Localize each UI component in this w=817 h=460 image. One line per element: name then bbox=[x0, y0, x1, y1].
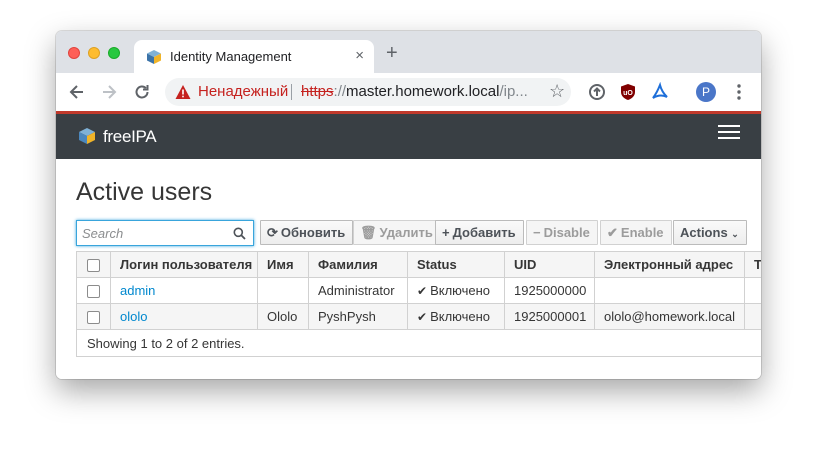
pagination-info: Showing 1 to 2 of 2 entries. bbox=[76, 329, 761, 357]
refresh-label: Обновить bbox=[280, 225, 346, 240]
status-text: Включено bbox=[430, 309, 491, 324]
new-tab-button[interactable]: + bbox=[386, 43, 398, 63]
address-bar[interactable]: Ненадежный https://master.homework.local… bbox=[165, 78, 571, 106]
minimize-window-button[interactable] bbox=[88, 47, 100, 59]
status-cell: ✔ Включено bbox=[407, 277, 505, 304]
table-header-row: Логин пользователя Имя Фамилия Status UI… bbox=[76, 251, 761, 278]
row-select-cell bbox=[76, 303, 111, 330]
email-cell bbox=[594, 277, 745, 304]
browser-window: Identity Management × + Ненадежный https… bbox=[56, 31, 761, 379]
refresh-button[interactable]: ⟳ Обновить bbox=[260, 220, 354, 245]
enable-label: Enable bbox=[620, 225, 664, 240]
users-table: Логин пользователя Имя Фамилия Status UI… bbox=[76, 251, 761, 357]
url-host: master.homework.local bbox=[346, 83, 500, 100]
extension-circle-icon[interactable] bbox=[587, 82, 607, 102]
disable-button[interactable]: − Disable bbox=[526, 220, 598, 245]
delete-button[interactable]: 🗑︎ Удалить bbox=[353, 220, 441, 245]
check-icon: ✔ bbox=[417, 284, 428, 298]
table-row: admin Administrator ✔ Включено 1925000000 bbox=[76, 277, 761, 304]
tab-strip: Identity Management × + bbox=[56, 31, 761, 73]
column-header-status[interactable]: Status bbox=[407, 251, 505, 278]
masthead: freeIPA bbox=[56, 114, 761, 159]
user-login-link[interactable]: ololo bbox=[120, 309, 147, 324]
enable-button[interactable]: ✔ Enable bbox=[600, 220, 672, 245]
svg-text:uO: uO bbox=[623, 90, 633, 97]
delete-label: Удалить bbox=[379, 225, 433, 240]
bookmark-star-icon[interactable]: ☆ bbox=[549, 81, 565, 102]
column-header-login[interactable]: Логин пользователя bbox=[110, 251, 258, 278]
check-icon: ✔ bbox=[417, 310, 428, 324]
page-title: Active users bbox=[76, 178, 213, 206]
freeipa-logo-icon bbox=[79, 128, 95, 144]
search-icon[interactable] bbox=[233, 227, 246, 240]
chevron-down-icon: ⌄ bbox=[731, 229, 739, 239]
logo-text[interactable]: freeIPA bbox=[103, 127, 157, 147]
back-arrow-icon[interactable] bbox=[67, 82, 87, 102]
uid-cell: 1925000000 bbox=[504, 277, 595, 304]
select-all-cell bbox=[76, 251, 111, 278]
url-separator: :// bbox=[333, 83, 347, 100]
email-cell: ololo@homework.local bbox=[594, 303, 745, 330]
row-checkbox[interactable] bbox=[87, 311, 100, 325]
last-name-cell: Administrator bbox=[308, 277, 408, 304]
uid-cell: 1925000001 bbox=[504, 303, 595, 330]
extra-cell bbox=[744, 277, 761, 304]
ublock-shield-icon[interactable]: uO bbox=[618, 82, 638, 102]
extra-cell bbox=[744, 303, 761, 330]
login-cell: admin bbox=[110, 277, 258, 304]
table-footer-row: Showing 1 to 2 of 2 entries. bbox=[76, 329, 761, 357]
first-name-cell bbox=[257, 277, 309, 304]
browser-tab[interactable]: Identity Management × bbox=[134, 40, 374, 73]
freeipa-favicon-icon bbox=[147, 50, 161, 64]
status-text: Включено bbox=[430, 283, 491, 298]
hamburger-menu-icon[interactable] bbox=[718, 125, 740, 141]
check-icon: ✔ bbox=[607, 225, 618, 240]
login-cell: ololo bbox=[110, 303, 258, 330]
disable-label: Disable bbox=[543, 225, 590, 240]
column-header-email[interactable]: Электронный адрес bbox=[594, 251, 745, 278]
browser-toolbar: Ненадежный https://master.homework.local… bbox=[56, 73, 761, 112]
url-path: /ip... bbox=[499, 83, 528, 100]
forward-arrow-icon[interactable] bbox=[99, 82, 119, 102]
insecure-label[interactable]: Ненадежный bbox=[198, 83, 288, 100]
status-cell: ✔ Включено bbox=[407, 303, 505, 330]
add-button[interactable]: + Добавить bbox=[435, 220, 524, 245]
url-text[interactable]: https://master.homework.local/ip... bbox=[301, 83, 528, 100]
user-login-link[interactable]: admin bbox=[120, 283, 155, 298]
minus-icon: − bbox=[533, 225, 541, 240]
profile-avatar[interactable]: P bbox=[696, 82, 716, 102]
reload-icon[interactable] bbox=[132, 82, 152, 102]
column-header-first-name[interactable]: Имя bbox=[257, 251, 309, 278]
column-header-last-name[interactable]: Фамилия bbox=[308, 251, 408, 278]
tab-title: Identity Management bbox=[170, 49, 292, 64]
trash-icon: 🗑︎ bbox=[360, 225, 377, 240]
select-all-checkbox[interactable] bbox=[87, 259, 100, 273]
warning-icon[interactable] bbox=[175, 84, 191, 100]
search-input[interactable] bbox=[82, 224, 227, 242]
url-scheme: https bbox=[301, 83, 334, 100]
add-label: Добавить bbox=[452, 225, 516, 240]
last-name-cell: PyshPysh bbox=[308, 303, 408, 330]
browser-menu-icon[interactable] bbox=[731, 82, 747, 102]
column-header-uid[interactable]: UID bbox=[504, 251, 595, 278]
search-box[interactable] bbox=[76, 220, 254, 246]
address-divider bbox=[291, 84, 292, 100]
table-row: ololo Ololo PyshPysh ✔ Включено 192500000… bbox=[76, 303, 761, 330]
row-checkbox[interactable] bbox=[87, 285, 100, 299]
acrobat-extension-icon[interactable] bbox=[650, 82, 670, 102]
actions-dropdown[interactable]: Actions ⌄ bbox=[673, 220, 747, 245]
actions-label: Actions bbox=[680, 225, 728, 240]
close-window-button[interactable] bbox=[68, 47, 80, 59]
first-name-cell: Ololo bbox=[257, 303, 309, 330]
refresh-icon: ⟳ bbox=[267, 225, 278, 240]
main-content: Active users ⟳Обновить 🗑︎Удалить +Добави… bbox=[56, 159, 761, 379]
column-header-truncated[interactable]: Т bbox=[744, 251, 761, 278]
maximize-window-button[interactable] bbox=[108, 47, 120, 59]
tab-close-icon[interactable]: × bbox=[355, 47, 364, 64]
row-select-cell bbox=[76, 277, 111, 304]
plus-icon: + bbox=[442, 225, 450, 240]
